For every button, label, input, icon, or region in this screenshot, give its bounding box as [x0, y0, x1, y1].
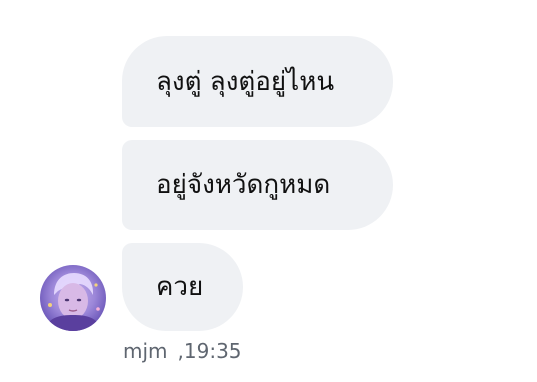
message-bubble[interactable]: ลุงตู่ ลุงตู่อยู่ไหน — [122, 36, 393, 127]
message-text: ควย — [156, 272, 204, 302]
sender-avatar[interactable] — [40, 265, 106, 331]
message-text: ลุงตู่ ลุงตู่อยู่ไหน — [156, 66, 335, 97]
message-bubble[interactable]: อยู่จังหวัดกูหมด — [122, 140, 393, 230]
sender-name[interactable]: mjm — [123, 339, 168, 363]
message-timestamp: ,19:35 — [177, 339, 242, 363]
message-text: อยู่จังหวัดกูหมด — [156, 170, 331, 200]
avatar-photo-icon — [44, 273, 102, 331]
message-bubble[interactable]: ควย — [122, 243, 243, 331]
message-meta: mjm ,19:35 — [123, 339, 242, 363]
